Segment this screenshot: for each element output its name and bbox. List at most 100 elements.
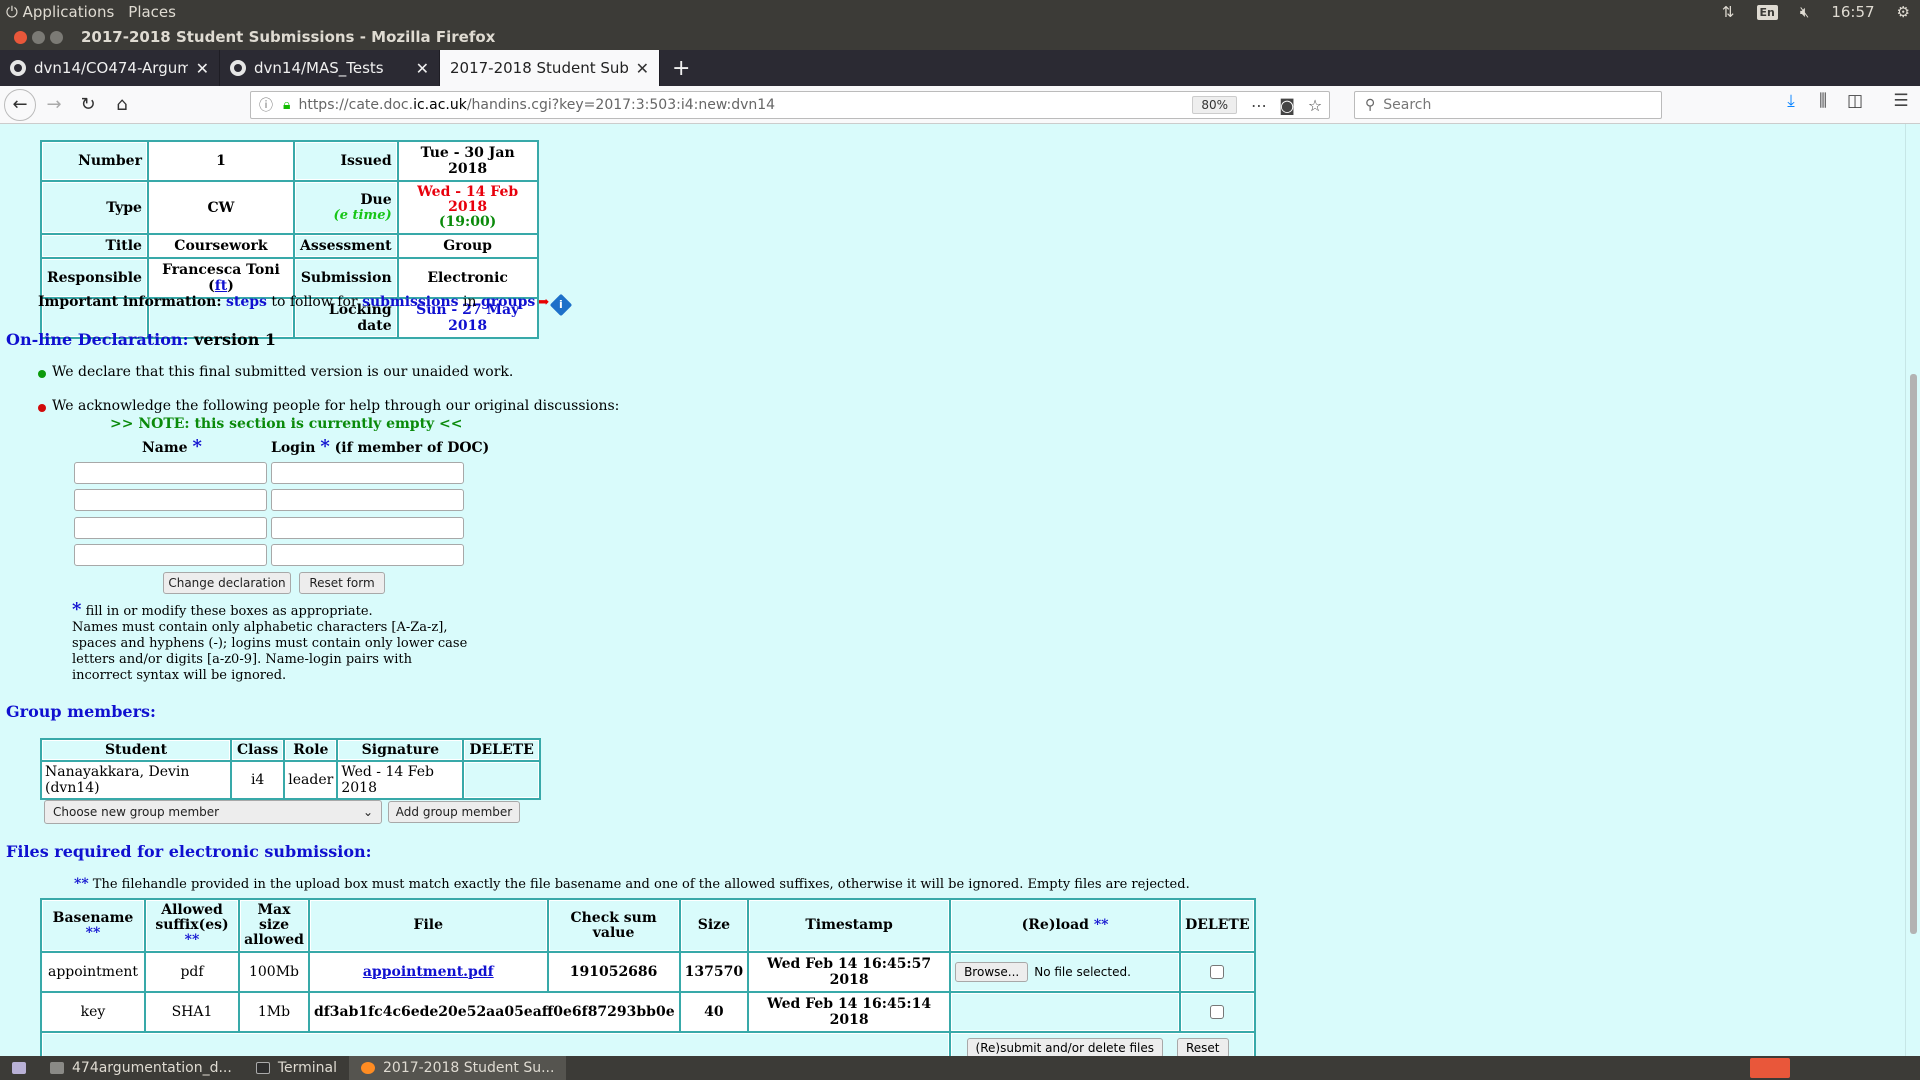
maxsize-cell: 1Mb (240, 993, 308, 1031)
file-cell: appointment.pdf (310, 953, 547, 991)
bookmark-star-icon[interactable]: ☆ (1301, 96, 1329, 115)
taskbar-item-file[interactable]: 474argumentation_d... (38, 1056, 244, 1080)
reset-form-button[interactable]: Reset form (299, 572, 385, 594)
suffix-cell: SHA1 (146, 993, 238, 1031)
delete-checkbox[interactable] (1210, 1005, 1225, 1019)
assessment-label: Assessment (294, 235, 397, 257)
file-link[interactable]: appointment.pdf (363, 964, 494, 980)
window-titlebar: 2017-2018 Student Submissions - Mozilla … (0, 24, 1920, 50)
steps-link[interactable]: steps (226, 294, 267, 310)
declaration-statement-2: We acknowledge the following people for … (38, 398, 619, 414)
timestamp-cell: Wed Feb 14 16:45:14 2018 (749, 993, 950, 1031)
forward-arrow-icon[interactable]: → (38, 89, 70, 121)
firefox-icon (361, 1062, 375, 1074)
checksum-cell: 191052686 (548, 953, 679, 991)
submission-value: Electronic (398, 259, 537, 297)
files-reset-button[interactable]: Reset (1176, 1038, 1229, 1056)
home-icon[interactable]: ⌂ (106, 89, 138, 121)
info-diamond-icon[interactable]: i (549, 293, 573, 317)
issued-label: Issued (294, 142, 397, 180)
search-input[interactable]: ⚲ Search (1354, 91, 1662, 119)
groups-link[interactable]: groups (481, 294, 535, 310)
window-minimize-button[interactable] (32, 30, 45, 44)
window-maximize-button[interactable] (50, 30, 63, 44)
tab-co474[interactable]: dvn14/CO474-Argumen ✕ (0, 50, 220, 86)
taskbar-item-terminal[interactable]: Terminal (244, 1056, 349, 1080)
chevron-down-icon: ⌄ (362, 805, 373, 819)
browse-button[interactable]: Browse... (955, 962, 1029, 982)
size-header: Size (680, 900, 748, 951)
change-declaration-button[interactable]: Change declaration (163, 572, 291, 594)
name-field-2[interactable] (74, 489, 267, 511)
number-value: 1 (148, 142, 293, 180)
library-icon[interactable]: ⫼ (1812, 91, 1834, 111)
new-tab-plus-icon[interactable]: + (660, 50, 690, 86)
clock[interactable]: 16:57 (1831, 3, 1874, 21)
tab-mas-tests[interactable]: dvn14/MAS_Tests ✕ (220, 50, 440, 86)
show-desktop-button[interactable] (0, 1056, 38, 1080)
reload-header: (Re)load ** (951, 900, 1180, 951)
due-time-mode: (e time) (333, 207, 392, 223)
places-menu[interactable]: Places (128, 3, 176, 21)
files-table: Basename ** Allowed suffix(es) ** Max siz… (40, 898, 1256, 1056)
submissions-link[interactable]: submissions (362, 294, 458, 310)
firefox-workspace-icon[interactable] (1750, 1058, 1790, 1078)
zoom-indicator[interactable]: 80% (1192, 96, 1237, 114)
table-row: key SHA1 1Mb df3ab1fc4c6ede20e52aa05eaff… (42, 993, 1254, 1031)
type-value: CW (148, 182, 293, 233)
type-label: Type (42, 182, 147, 233)
issued-value: Tue - 30 Jan 2018 (398, 142, 537, 180)
add-group-member-button[interactable]: Add group member (388, 801, 520, 823)
window-close-button[interactable] (14, 30, 27, 44)
close-tab-icon[interactable]: ✕ (196, 59, 209, 78)
pocket-icon[interactable]: ◙ (1273, 96, 1301, 115)
name-field-1[interactable] (74, 462, 267, 484)
close-tab-icon[interactable]: ✕ (416, 59, 429, 78)
system-gear-icon[interactable]: ⚙ (1897, 3, 1910, 21)
due-value-cell: Wed - 14 Feb 2018 (19:00) (398, 182, 537, 233)
taskbar: 474argumentation_d... Terminal 2017-2018… (0, 1056, 1920, 1080)
keyboard-layout-indicator[interactable]: En (1756, 4, 1778, 20)
signature-cell: Wed - 14 Feb 2018 (338, 762, 463, 798)
title-label: Title (42, 235, 147, 257)
close-tab-icon[interactable]: ✕ (636, 59, 649, 78)
login-field-1[interactable] (271, 462, 464, 484)
name-field-4[interactable] (74, 544, 267, 566)
url-bar[interactable]: ⓘ 🔒︎ https://cate.doc.ic.ac.uk/handins.c… (250, 91, 1330, 119)
name-field-3[interactable] (74, 517, 267, 539)
scrollbar-thumb[interactable] (1910, 374, 1917, 934)
menu-hamburger-icon[interactable]: ☰ (1890, 91, 1912, 111)
suffix-cell: pdf (146, 953, 238, 991)
back-arrow-icon[interactable]: ← (4, 88, 36, 121)
page-scrollbar[interactable] (1905, 124, 1920, 1056)
name-column-header: Name * (142, 436, 202, 457)
new-group-member-select[interactable]: Choose new group member ⌄ (44, 800, 382, 824)
github-icon (10, 60, 26, 76)
reload-icon[interactable]: ↻ (72, 89, 104, 121)
login-field-3[interactable] (271, 517, 464, 539)
volume-muted-icon[interactable]: 🔇︎ (1800, 3, 1809, 21)
group-members-heading: Group members: (6, 702, 156, 721)
responsible-login-link[interactable]: ft (215, 278, 228, 294)
tab-label: dvn14/CO474-Argumen (34, 59, 188, 77)
tab-student-submissions[interactable]: 2017-2018 Student Submis ✕ (440, 50, 660, 86)
site-info-icon[interactable]: ⓘ (259, 95, 273, 115)
page-actions-icon[interactable]: ⋯ (1245, 96, 1273, 115)
submit-cell: (Re)submit and/or delete files Reset (951, 1033, 1254, 1056)
delete-checkbox[interactable] (1210, 965, 1225, 979)
green-bullet-icon (38, 370, 46, 378)
title-value: Coursework (148, 235, 293, 257)
network-icon[interactable]: ⇅ (1722, 3, 1735, 21)
downloads-icon[interactable]: ⤓ (1780, 91, 1802, 111)
applications-menu[interactable]: ⏻ Applications (6, 3, 114, 21)
checksum-header: Check sum value (548, 900, 679, 951)
taskbar-item-firefox[interactable]: 2017-2018 Student Su... (349, 1056, 567, 1080)
login-field-2[interactable] (271, 489, 464, 511)
responsible-value: Francesca Toni (ft) (148, 259, 293, 297)
sidebar-icon[interactable]: ◫ (1844, 91, 1866, 111)
file-sha1-cell: df3ab1fc4c6ede20e52aa05eaff0e6f87293bb0e (310, 993, 679, 1031)
login-field-4[interactable] (271, 544, 464, 566)
terminal-icon (255, 1062, 270, 1074)
resubmit-delete-files-button[interactable]: (Re)submit and/or delete files (966, 1038, 1163, 1056)
desktop-icon (12, 1062, 26, 1074)
